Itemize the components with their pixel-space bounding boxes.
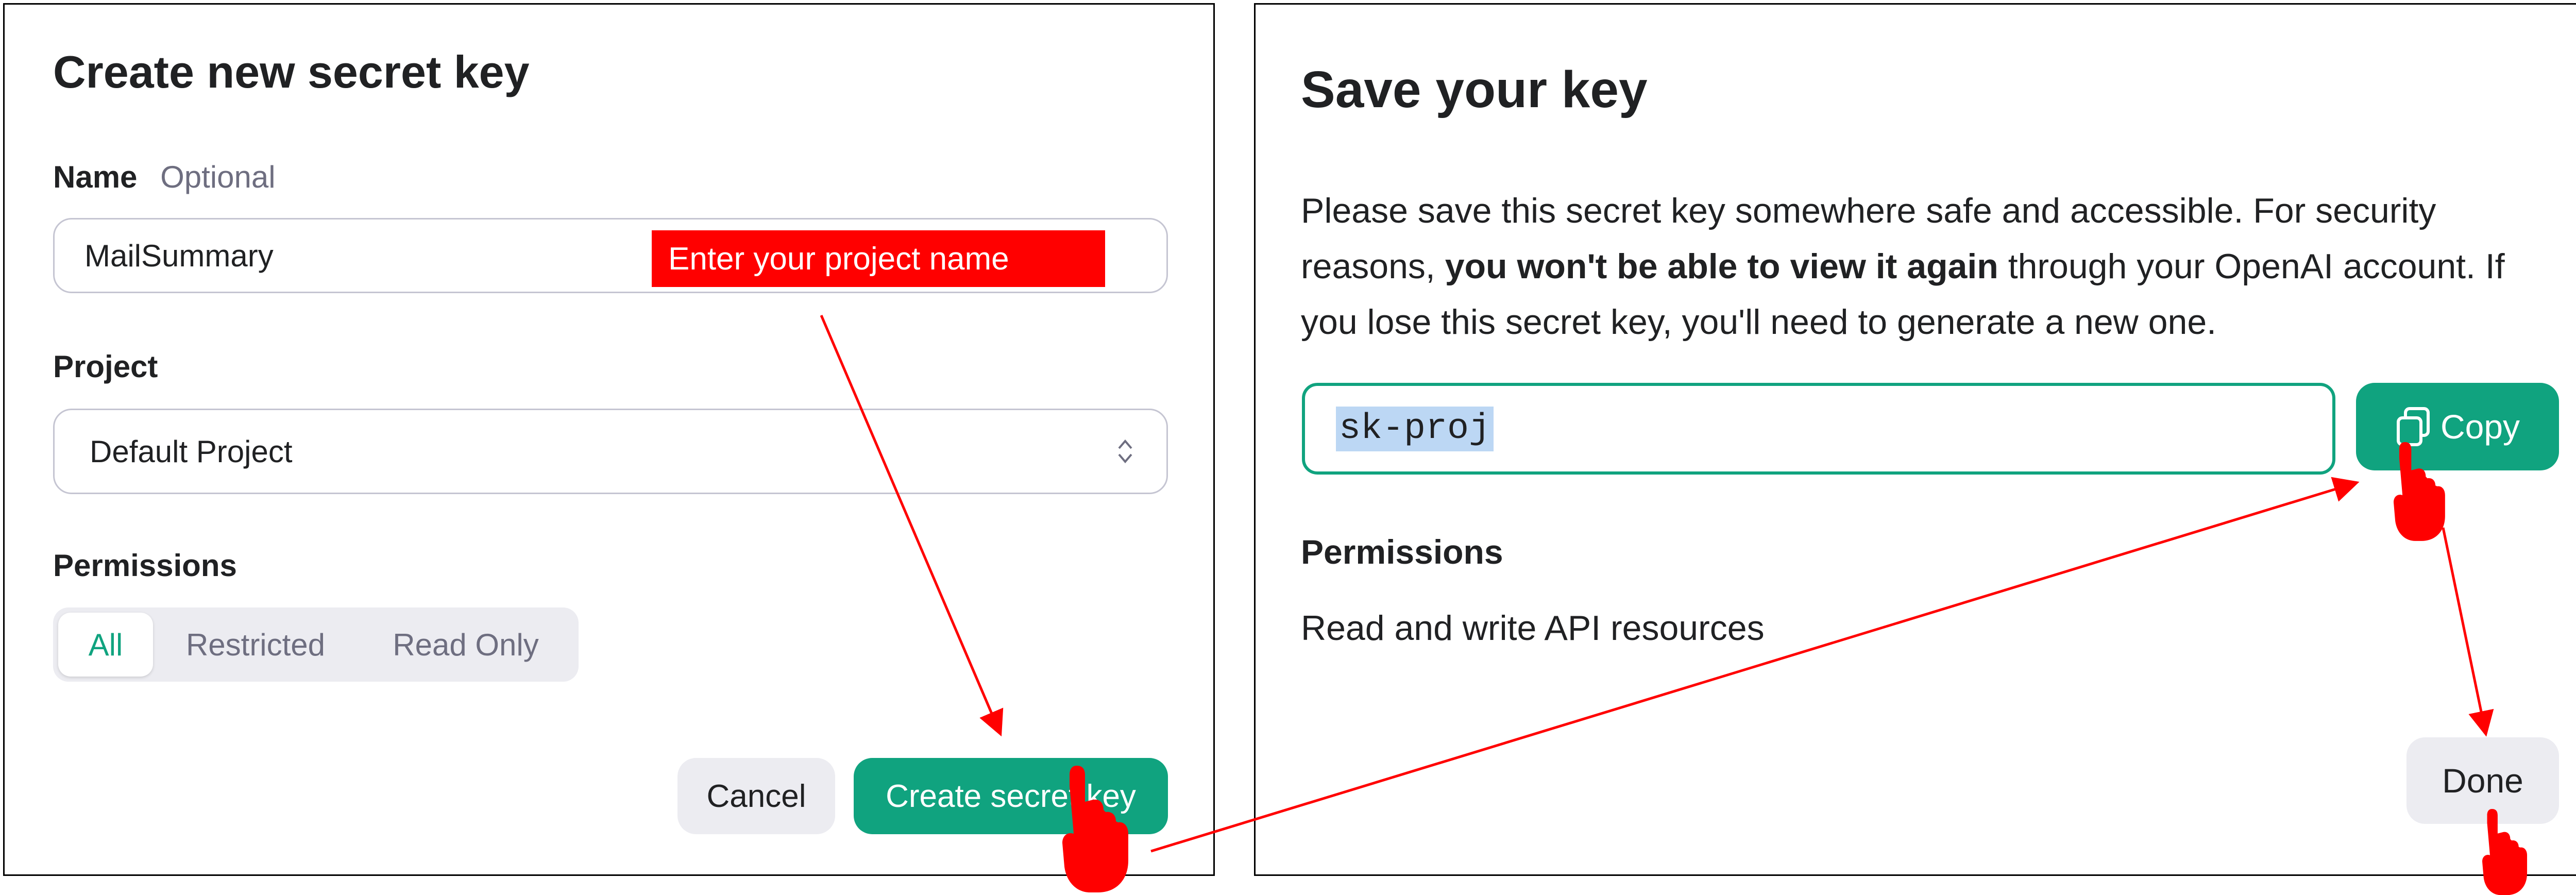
arrow-annotation xyxy=(820,315,1004,737)
pointer-hand-icon xyxy=(2482,809,2528,895)
arrow-annotation xyxy=(2442,527,2494,737)
pointer-hand-icon xyxy=(2394,442,2445,541)
annotation-overlay xyxy=(820,315,2528,895)
pointer-hand-icon xyxy=(1062,766,1128,892)
arrow-annotation xyxy=(1150,477,2360,853)
